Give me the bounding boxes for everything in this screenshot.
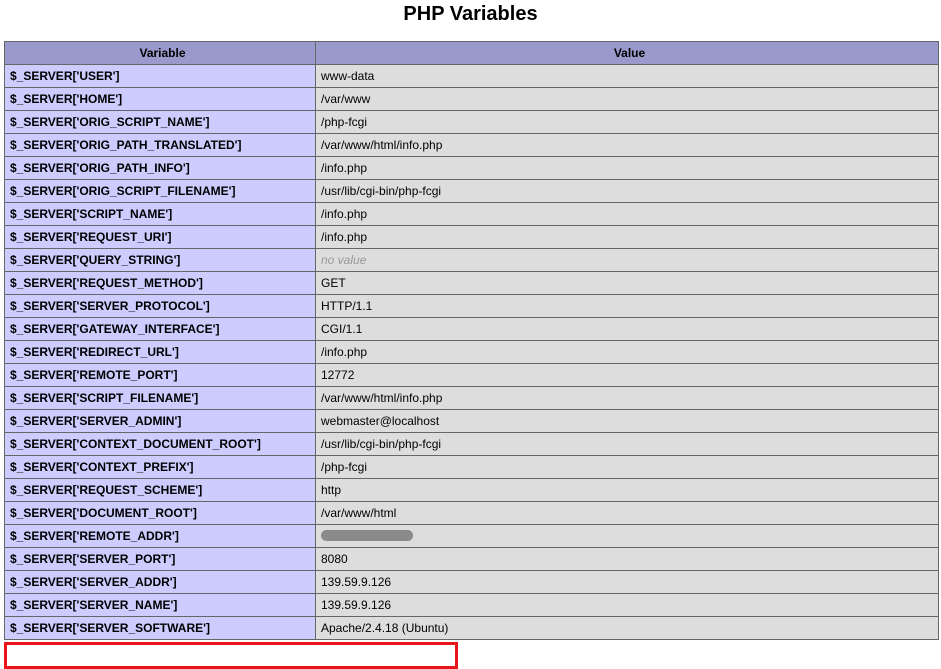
variable-value: www-data: [315, 64, 939, 88]
table-row: $_SERVER['SCRIPT_NAME']/info.php: [4, 202, 939, 226]
variable-value: /php-fcgi: [315, 455, 939, 479]
variable-value: 139.59.9.126: [315, 570, 939, 594]
variable-name: $_SERVER['SERVER_ADDR']: [4, 570, 316, 594]
variable-name: $_SERVER['SERVER_ADMIN']: [4, 409, 316, 433]
variable-name: $_SERVER['SERVER_PORT']: [4, 547, 316, 571]
table-row: $_SERVER['REQUEST_METHOD'] GET: [4, 271, 939, 295]
table-row: $_SERVER['ORIG_SCRIPT_NAME']/php-fcgi: [4, 110, 939, 134]
variable-value: /usr/lib/cgi-bin/php-fcgi: [315, 432, 939, 456]
variable-name: $_SERVER['USER']: [4, 64, 316, 88]
no-value-text: no value: [321, 253, 367, 267]
variable-name: $_SERVER['REMOTE_ADDR']: [4, 524, 316, 548]
variable-name: $_SERVER['ORIG_SCRIPT_NAME']: [4, 110, 316, 134]
variable-value: /info.php: [315, 156, 939, 180]
table-row: $_SERVER['REMOTE_PORT'] 12772: [4, 363, 939, 387]
variable-value: [315, 524, 939, 548]
variable-value: /info.php: [315, 340, 939, 364]
variable-value: 139.59.9.126: [315, 593, 939, 617]
table-row: $_SERVER['SERVER_NAME'] 139.59.9.126: [4, 593, 939, 617]
table-row: $_SERVER['CONTEXT_DOCUMENT_ROOT']/usr/li…: [4, 432, 939, 456]
table-row: $_SERVER['ORIG_PATH_TRANSLATED']/var/www…: [4, 133, 939, 157]
variable-value: /php-fcgi: [315, 110, 939, 134]
table-row: $_SERVER['SERVER_ADMIN'] webmaster@localh…: [4, 409, 939, 433]
variable-value: /var/www: [315, 87, 939, 111]
php-variables-table: Variable Value $_SERVER['USER'] www-data …: [4, 41, 939, 640]
table-row: $_SERVER['REDIRECT_URL']/info.php: [4, 340, 939, 364]
variable-name: $_SERVER['DOCUMENT_ROOT']: [4, 501, 316, 525]
variable-value: Apache/2.4.18 (Ubuntu): [315, 616, 939, 640]
variable-name: $_SERVER['SCRIPT_FILENAME']: [4, 386, 316, 410]
variable-value: 8080: [315, 547, 939, 571]
variable-value: /var/www/html/info.php: [315, 133, 939, 157]
variable-name: $_SERVER['GATEWAY_INTERFACE']: [4, 317, 316, 341]
highlight-annotation-box: [4, 642, 458, 669]
table-row: $_SERVER['SERVER_ADDR'] 139.59.9.126: [4, 570, 939, 594]
page-title: PHP Variables: [403, 3, 538, 25]
variable-name: $_SERVER['ORIG_SCRIPT_FILENAME']: [4, 179, 316, 203]
variable-name: $_SERVER['ORIG_PATH_INFO']: [4, 156, 316, 180]
variable-value: no value: [315, 248, 939, 272]
table-row: $_SERVER['USER'] www-data: [4, 64, 939, 88]
variable-name: $_SERVER['ORIG_PATH_TRANSLATED']: [4, 133, 316, 157]
table-row: $_SERVER['SERVER_PROTOCOL'] HTTP/1.1: [4, 294, 939, 318]
column-header-value: Value: [315, 41, 939, 65]
table-header-row: Variable Value: [4, 41, 939, 65]
table-row: $_SERVER['ORIG_PATH_INFO']/info.php: [4, 156, 939, 180]
variable-name: $_SERVER['REMOTE_PORT']: [4, 363, 316, 387]
variable-name: $_SERVER['REQUEST_SCHEME']: [4, 478, 316, 502]
column-header-variable: Variable: [4, 41, 316, 65]
variable-name: $_SERVER['QUERY_STRING']: [4, 248, 316, 272]
redaction-bar: [321, 530, 413, 542]
variable-value: 12772: [315, 363, 939, 387]
variable-name: $_SERVER['HOME']: [4, 87, 316, 111]
variable-name: $_SERVER['CONTEXT_DOCUMENT_ROOT']: [4, 432, 316, 456]
variable-value: /usr/lib/cgi-bin/php-fcgi: [315, 179, 939, 203]
table-row: $_SERVER['SCRIPT_FILENAME']/var/www/html…: [4, 386, 939, 410]
table-row: $_SERVER['REMOTE_ADDR']: [4, 524, 939, 548]
table-row: $_SERVER['HOME']/var/www: [4, 87, 939, 111]
table-row: $_SERVER['REQUEST_SCHEME'] http: [4, 478, 939, 502]
variable-name: $_SERVER['REDIRECT_URL']: [4, 340, 316, 364]
variable-value: /var/www/html/info.php: [315, 386, 939, 410]
table-row: $_SERVER['QUERY_STRING'] no value: [4, 248, 939, 272]
variable-value: GET: [315, 271, 939, 295]
table-row: $_SERVER['ORIG_SCRIPT_FILENAME']/usr/lib…: [4, 179, 939, 203]
variable-name: $_SERVER['REQUEST_URI']: [4, 225, 316, 249]
variable-name: $_SERVER['SERVER_NAME']: [4, 593, 316, 617]
variable-value: /var/www/html: [315, 501, 939, 525]
variable-value: HTTP/1.1: [315, 294, 939, 318]
table-row: $_SERVER['REQUEST_URI']/info.php: [4, 225, 939, 249]
variable-value: /info.php: [315, 225, 939, 249]
table-row: $_SERVER['SERVER_SOFTWARE'] Apache/2.4.18…: [4, 616, 939, 640]
table-row: $_SERVER['GATEWAY_INTERFACE'] CGI/1.1: [4, 317, 939, 341]
variable-value: /info.php: [315, 202, 939, 226]
variable-value: CGI/1.1: [315, 317, 939, 341]
table-row: $_SERVER['CONTEXT_PREFIX']/php-fcgi: [4, 455, 939, 479]
variable-value: http: [315, 478, 939, 502]
table-row: $_SERVER['SERVER_PORT'] 8080: [4, 547, 939, 571]
variable-name: $_SERVER['REQUEST_METHOD']: [4, 271, 316, 295]
variable-value: webmaster@localhost: [315, 409, 939, 433]
variable-name: $_SERVER['SERVER_PROTOCOL']: [4, 294, 316, 318]
variable-name: $_SERVER['SCRIPT_NAME']: [4, 202, 316, 226]
variable-name: $_SERVER['SERVER_SOFTWARE']: [4, 616, 316, 640]
variable-name: $_SERVER['CONTEXT_PREFIX']: [4, 455, 316, 479]
table-row: $_SERVER['DOCUMENT_ROOT']/var/www/html: [4, 501, 939, 525]
